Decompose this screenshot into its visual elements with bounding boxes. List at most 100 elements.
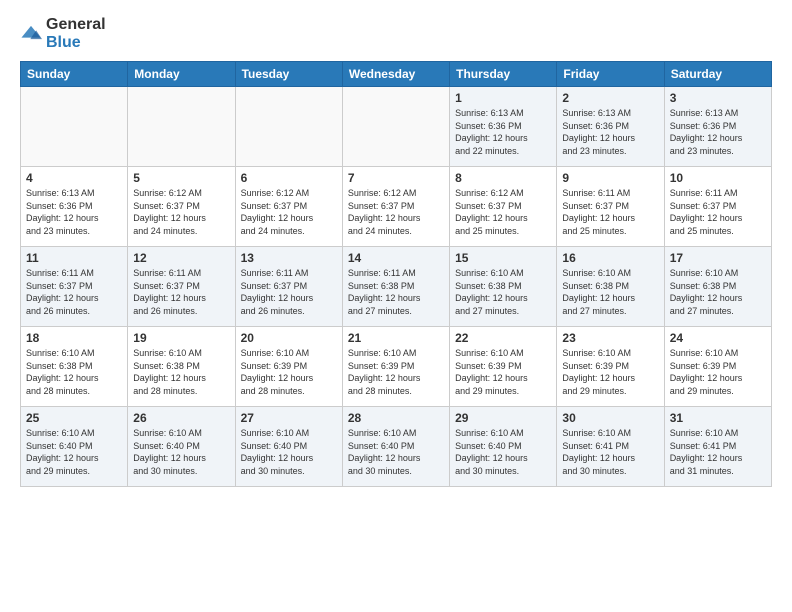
calendar-cell: 16Sunrise: 6:10 AM Sunset: 6:38 PM Dayli… (557, 247, 664, 327)
calendar-week-row: 1Sunrise: 6:13 AM Sunset: 6:36 PM Daylig… (21, 87, 772, 167)
day-number: 17 (670, 251, 766, 265)
day-number: 11 (26, 251, 122, 265)
calendar-week-row: 4 Sunrise: 6:13 AM Sunset: 6:36 PM Daylig… (21, 167, 772, 247)
calendar-cell: 8Sunrise: 6:12 AM Sunset: 6:37 PM Daylig… (450, 167, 557, 247)
day-number: 18 (26, 331, 122, 345)
calendar-cell: 25 Sunrise: 6:10 AM Sunset: 6:40 PM Dayli… (21, 407, 128, 487)
calendar-cell: 28 Sunrise: 6:10 AM Sunset: 6:40 PM Dayli… (342, 407, 449, 487)
day-info: Sunrise: 6:11 AM Sunset: 6:37 PM Dayligh… (562, 187, 658, 237)
calendar-cell: 24 Sunrise: 6:10 AM Sunset: 6:39 PM Dayli… (664, 327, 771, 407)
logo-line2: Blue (46, 34, 106, 52)
day-info: Sunrise: 6:11 AM Sunset: 6:37 PM Dayligh… (670, 187, 766, 237)
day-number: 23 (562, 331, 658, 345)
calendar-cell: 30 Sunrise: 6:10 AM Sunset: 6:41 PM Dayli… (557, 407, 664, 487)
weekday-header-tuesday: Tuesday (235, 62, 342, 87)
day-info: Sunrise: 6:10 AM Sunset: 6:39 PM Dayligh… (670, 347, 766, 397)
day-info: Sunrise: 6:12 AM Sunset: 6:37 PM Dayligh… (348, 187, 444, 237)
day-number: 2 (562, 91, 658, 105)
day-info: Sunrise: 6:10 AM Sunset: 6:38 PM Dayligh… (455, 267, 551, 317)
day-info: Sunrise: 6:10 AM Sunset: 6:40 PM Dayligh… (133, 427, 229, 477)
day-info: Sunrise: 6:10 AM Sunset: 6:40 PM Dayligh… (26, 427, 122, 477)
day-info: Sunrise: 6:10 AM Sunset: 6:39 PM Dayligh… (348, 347, 444, 397)
day-number: 3 (670, 91, 766, 105)
calendar-week-row: 18 Sunrise: 6:10 AM Sunset: 6:38 PM Dayli… (21, 327, 772, 407)
calendar-cell (235, 87, 342, 167)
day-info: Sunrise: 6:10 AM Sunset: 6:39 PM Dayligh… (562, 347, 658, 397)
page: General Blue SundayMondayTuesdayWednesda… (0, 0, 792, 612)
calendar-cell (21, 87, 128, 167)
calendar-cell (128, 87, 235, 167)
calendar-cell: 19 Sunrise: 6:10 AM Sunset: 6:38 PM Dayli… (128, 327, 235, 407)
calendar-cell: 20Sunrise: 6:10 AM Sunset: 6:39 PM Dayli… (235, 327, 342, 407)
logo: General Blue (20, 16, 106, 51)
day-number: 15 (455, 251, 551, 265)
day-info: Sunrise: 6:10 AM Sunset: 6:41 PM Dayligh… (562, 427, 658, 477)
day-number: 27 (241, 411, 337, 425)
calendar-cell: 17 Sunrise: 6:10 AM Sunset: 6:38 PM Dayli… (664, 247, 771, 327)
calendar-cell (342, 87, 449, 167)
weekday-header-wednesday: Wednesday (342, 62, 449, 87)
day-number: 9 (562, 171, 658, 185)
day-number: 7 (348, 171, 444, 185)
day-info: Sunrise: 6:10 AM Sunset: 6:40 PM Dayligh… (348, 427, 444, 477)
calendar-cell: 10Sunrise: 6:11 AM Sunset: 6:37 PM Dayli… (664, 167, 771, 247)
calendar-week-row: 11 Sunrise: 6:11 AM Sunset: 6:37 PM Dayli… (21, 247, 772, 327)
day-number: 5 (133, 171, 229, 185)
day-info: Sunrise: 6:10 AM Sunset: 6:41 PM Dayligh… (670, 427, 766, 477)
day-info: Sunrise: 6:13 AM Sunset: 6:36 PM Dayligh… (562, 107, 658, 157)
day-number: 20 (241, 331, 337, 345)
calendar-cell: 6 Sunrise: 6:12 AM Sunset: 6:37 PM Daylig… (235, 167, 342, 247)
weekday-header-sunday: Sunday (21, 62, 128, 87)
day-number: 29 (455, 411, 551, 425)
calendar-cell: 27 Sunrise: 6:10 AM Sunset: 6:40 PM Dayli… (235, 407, 342, 487)
day-number: 22 (455, 331, 551, 345)
day-number: 31 (670, 411, 766, 425)
calendar-cell: 12Sunrise: 6:11 AM Sunset: 6:37 PM Dayli… (128, 247, 235, 327)
calendar-cell: 22 Sunrise: 6:10 AM Sunset: 6:39 PM Dayli… (450, 327, 557, 407)
day-info: Sunrise: 6:11 AM Sunset: 6:37 PM Dayligh… (241, 267, 337, 317)
calendar-cell: 1Sunrise: 6:13 AM Sunset: 6:36 PM Daylig… (450, 87, 557, 167)
day-info: Sunrise: 6:13 AM Sunset: 6:36 PM Dayligh… (455, 107, 551, 157)
weekday-header-thursday: Thursday (450, 62, 557, 87)
day-info: Sunrise: 6:10 AM Sunset: 6:38 PM Dayligh… (133, 347, 229, 397)
day-info: Sunrise: 6:10 AM Sunset: 6:40 PM Dayligh… (455, 427, 551, 477)
day-info: Sunrise: 6:10 AM Sunset: 6:40 PM Dayligh… (241, 427, 337, 477)
calendar-table: SundayMondayTuesdayWednesdayThursdayFrid… (20, 61, 772, 487)
day-number: 26 (133, 411, 229, 425)
day-number: 14 (348, 251, 444, 265)
day-number: 30 (562, 411, 658, 425)
day-number: 6 (241, 171, 337, 185)
calendar-cell: 11 Sunrise: 6:11 AM Sunset: 6:37 PM Dayli… (21, 247, 128, 327)
day-info: Sunrise: 6:10 AM Sunset: 6:38 PM Dayligh… (670, 267, 766, 317)
weekday-header-saturday: Saturday (664, 62, 771, 87)
day-info: Sunrise: 6:11 AM Sunset: 6:37 PM Dayligh… (26, 267, 122, 317)
calendar-cell: 23 Sunrise: 6:10 AM Sunset: 6:39 PM Dayli… (557, 327, 664, 407)
day-info: Sunrise: 6:13 AM Sunset: 6:36 PM Dayligh… (26, 187, 122, 237)
day-number: 25 (26, 411, 122, 425)
day-number: 8 (455, 171, 551, 185)
day-number: 4 (26, 171, 122, 185)
calendar-cell: 9 Sunrise: 6:11 AM Sunset: 6:37 PM Daylig… (557, 167, 664, 247)
day-info: Sunrise: 6:12 AM Sunset: 6:37 PM Dayligh… (133, 187, 229, 237)
day-info: Sunrise: 6:10 AM Sunset: 6:39 PM Dayligh… (455, 347, 551, 397)
day-number: 19 (133, 331, 229, 345)
calendar-cell: 5 Sunrise: 6:12 AM Sunset: 6:37 PM Daylig… (128, 167, 235, 247)
day-number: 28 (348, 411, 444, 425)
calendar-cell: 15 Sunrise: 6:10 AM Sunset: 6:38 PM Dayli… (450, 247, 557, 327)
day-info: Sunrise: 6:13 AM Sunset: 6:36 PM Dayligh… (670, 107, 766, 157)
calendar-cell: 18Sunrise: 6:10 AM Sunset: 6:38 PM Dayli… (21, 327, 128, 407)
calendar-cell: 21Sunrise: 6:10 AM Sunset: 6:39 PM Dayli… (342, 327, 449, 407)
day-number: 24 (670, 331, 766, 345)
logo-line1: General (46, 16, 106, 34)
header: General Blue (20, 16, 772, 51)
weekday-header-friday: Friday (557, 62, 664, 87)
day-info: Sunrise: 6:11 AM Sunset: 6:37 PM Dayligh… (133, 267, 229, 317)
calendar-cell: 3 Sunrise: 6:13 AM Sunset: 6:36 PM Daylig… (664, 87, 771, 167)
day-info: Sunrise: 6:12 AM Sunset: 6:37 PM Dayligh… (241, 187, 337, 237)
calendar-cell: 2 Sunrise: 6:13 AM Sunset: 6:36 PM Daylig… (557, 87, 664, 167)
day-number: 16 (562, 251, 658, 265)
calendar-cell: 7 Sunrise: 6:12 AM Sunset: 6:37 PM Daylig… (342, 167, 449, 247)
calendar-cell: 4 Sunrise: 6:13 AM Sunset: 6:36 PM Daylig… (21, 167, 128, 247)
weekday-header-row: SundayMondayTuesdayWednesdayThursdayFrid… (21, 62, 772, 87)
logo-icon (20, 23, 42, 45)
